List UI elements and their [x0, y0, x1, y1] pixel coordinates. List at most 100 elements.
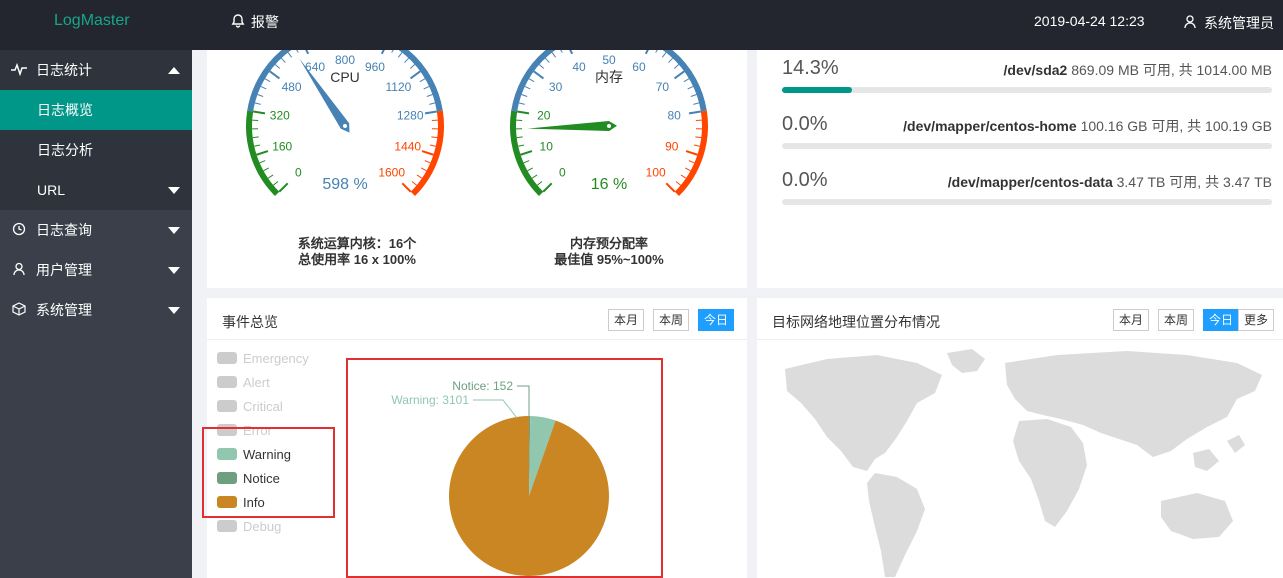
- mem-gauge-tick: [685, 150, 698, 156]
- pie-label-warning: Warning: 3101: [391, 393, 469, 407]
- mem-gauge-tick: [655, 50, 658, 53]
- cpu-gauge-tick: [280, 57, 286, 63]
- legend-swatch: [217, 376, 237, 388]
- legend-label: Emergency: [243, 350, 309, 366]
- mem-gauge-tick-label: 0: [559, 166, 566, 180]
- pie-label-line: [517, 385, 530, 416]
- legend-swatch: [217, 520, 237, 532]
- legend-swatch: [217, 400, 237, 412]
- legend-label: Critical: [243, 398, 283, 414]
- mem-caption: 内存预分配率 最佳值 95%~100%: [509, 236, 709, 268]
- mem-gauge-value: 16 %: [591, 176, 627, 193]
- geo-week-button[interactable]: 本周: [1158, 309, 1195, 331]
- chevron-down-icon: [168, 186, 180, 194]
- mem-gauge-tick: [533, 70, 545, 80]
- events-title: 事件总览: [222, 314, 278, 330]
- sidebar-group-user-mgmt[interactable]: 用户管理: [0, 250, 192, 290]
- mem-gauge-tick: [524, 85, 531, 90]
- cpu-gauge-tick: [404, 57, 410, 63]
- legend-item-critical[interactable]: Critical: [217, 396, 337, 416]
- mem-gauge-tick: [527, 167, 534, 172]
- legend-swatch: [217, 352, 237, 364]
- cpu-gauge-tick: [416, 174, 423, 179]
- cpu-gauge-tick-label: 1280: [397, 109, 424, 123]
- pie-slice-info[interactable]: [448, 416, 609, 576]
- geo-month-button[interactable]: 本月: [1113, 309, 1150, 331]
- mem-gauge-tick: [569, 50, 574, 55]
- cpu-gauge-tick: [254, 102, 261, 105]
- sidebar-item-url[interactable]: URL: [0, 170, 192, 210]
- mem-gauge-tick: [644, 50, 649, 55]
- bell-icon: [231, 13, 245, 31]
- mem-gauge-tick-label: 50: [602, 53, 616, 67]
- sidebar-group-label: 日志查询: [36, 222, 92, 238]
- sidebar-group-log-stats[interactable]: 日志统计: [0, 50, 192, 90]
- sidebar: 日志统计 日志概览 日志分析 URL 日志查询 用户管理 系统管理: [0, 50, 192, 578]
- cpu-gauge-tick: [278, 182, 289, 193]
- disk-usage-percent: 14.3%: [782, 57, 839, 79]
- sidebar-item-log-analysis[interactable]: 日志分析: [0, 130, 192, 170]
- user-icon: [10, 262, 28, 279]
- events-today-button[interactable]: 今日: [698, 309, 735, 331]
- cpu-gauge-tick-label: 1600: [378, 166, 405, 180]
- mem-gauge-tick-label: 90: [665, 139, 679, 153]
- alarm-button[interactable]: 报警: [231, 12, 279, 32]
- events-card: 事件总览 本月 本周 今日 Emergency Alert Critical Erro…: [202, 298, 747, 578]
- cpu-gauge-tick: [274, 64, 281, 69]
- events-month-button[interactable]: 本月: [608, 309, 645, 331]
- mem-gauge-tick-label: 100: [646, 166, 666, 180]
- legend-item-alert[interactable]: Alert: [217, 372, 337, 392]
- events-week-button[interactable]: 本周: [653, 309, 690, 331]
- mem-gauge-pivot: [607, 124, 611, 128]
- disk-detail: 100.16 GB 可用, 共 100.19 GB: [1080, 118, 1272, 134]
- cpu-gauge-tick: [424, 110, 438, 115]
- sidebar-item-log-overview[interactable]: 日志概览: [0, 90, 192, 130]
- legend-item-emergency[interactable]: Emergency: [217, 348, 337, 368]
- user-menu[interactable]: 系统管理员: [1184, 13, 1274, 33]
- chevron-down-icon: [168, 306, 180, 314]
- geo-card: 目标网络地理位置分布情况 本月 本周 今日 更多: [757, 298, 1283, 578]
- cpu-gauge-tick-label: 320: [270, 109, 290, 123]
- pulse-icon: [10, 62, 28, 79]
- mem-gauge-tick: [675, 181, 681, 186]
- user-name: 系统管理员: [1204, 15, 1274, 31]
- mem-gauge-tick: [673, 64, 680, 69]
- mem-caption-line2: 最佳值 95%~100%: [554, 252, 664, 267]
- legend-item-debug[interactable]: Debug: [217, 516, 337, 536]
- mem-gauge-tick: [688, 160, 695, 164]
- top-bar: LogMaster 报警 2019-04-24 12:23 系统管理员: [0, 0, 1283, 50]
- events-pie-chart: Notice: 152Warning: 3101: [391, 379, 609, 576]
- disk-usage-percent: 0.0%: [782, 169, 828, 191]
- chevron-down-icon: [168, 266, 180, 274]
- mem-gauge-tick-label: 80: [668, 109, 682, 123]
- chevron-down-icon: [168, 226, 180, 234]
- pie-label-notice: Notice: 152: [452, 379, 513, 393]
- gauge-card: 0 160 320 480 640 800 960 1120 1280 1440 1600 CPU 59…: [207, 50, 747, 288]
- mem-gauge-tick: [537, 181, 543, 186]
- world-map[interactable]: [757, 341, 1283, 577]
- cpu-caption: 系统运算内核：16个 总使用率 16 x 100%: [257, 236, 457, 268]
- cpu-gauge-tick-label: 160: [272, 139, 292, 153]
- cpu-gauge-tick: [429, 144, 436, 147]
- chevron-up-icon: [168, 66, 180, 74]
- sidebar-group-log-query[interactable]: 日志查询: [0, 210, 192, 250]
- sidebar-group-system-mgmt[interactable]: 系统管理: [0, 290, 192, 330]
- mem-gauge-tick: [673, 70, 685, 80]
- cpu-gauge-tick-label: 1440: [394, 139, 421, 153]
- cpu-gauge-tick: [296, 50, 299, 53]
- cpu-gauge-tick: [420, 167, 427, 172]
- mem-gauge-tick: [528, 78, 535, 83]
- brand-logo[interactable]: LogMaster: [54, 12, 130, 30]
- geo-more-button[interactable]: 更多: [1238, 309, 1275, 331]
- mem-gauge-tick: [687, 85, 694, 90]
- mem-gauge-tick: [683, 78, 690, 83]
- mem-gauge-tick-label: 30: [549, 80, 563, 94]
- geo-today-button[interactable]: 今日: [1203, 309, 1240, 331]
- cpu-gauge-tick: [267, 174, 274, 179]
- disk-info: /dev/sda2 869.09 MB 可用, 共 1014.00 MB: [1004, 60, 1272, 80]
- mem-gauge-tick: [693, 144, 700, 147]
- disk-info: /dev/mapper/centos-home 100.16 GB 可用, 共 …: [903, 116, 1272, 136]
- cpu-gauge-tick: [256, 150, 269, 156]
- cpu-gauge-tick: [429, 102, 436, 105]
- cpu-gauge-tick: [409, 64, 416, 69]
